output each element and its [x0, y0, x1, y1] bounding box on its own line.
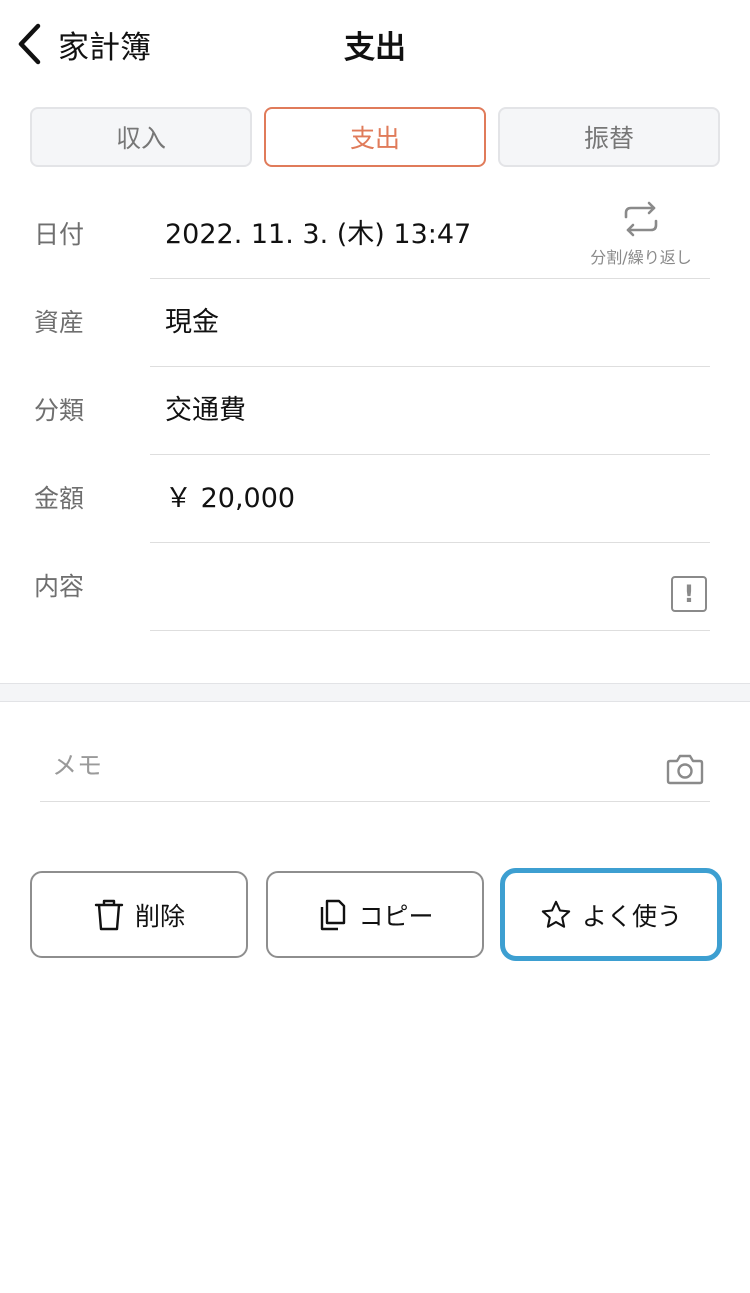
copy-button[interactable]: コピー	[266, 871, 484, 958]
repeat-button[interactable]: 分割/繰り返し	[576, 200, 706, 272]
memo-input[interactable]	[52, 742, 612, 788]
tab-income-label: 収入	[115, 124, 166, 153]
star-icon	[541, 900, 571, 928]
memo-field	[40, 730, 710, 802]
asset-label: 資産	[34, 308, 85, 337]
amount-row[interactable]: 金額 ￥ 20,000	[0, 455, 750, 543]
category-row[interactable]: 分類 交通費	[0, 367, 750, 455]
amount-value[interactable]: ￥ 20,000	[165, 455, 295, 543]
category-label: 分類	[34, 396, 85, 425]
copy-icon	[321, 899, 346, 930]
repeat-label: 分割/繰り返し	[590, 248, 692, 267]
tab-expense[interactable]: 支出	[264, 107, 486, 167]
tab-transfer[interactable]: 振替	[498, 107, 720, 167]
favorite-button[interactable]: よく使う	[500, 868, 722, 961]
nav-bar: 家計簿 支出	[0, 0, 750, 90]
content-info-button[interactable]: !	[671, 576, 707, 612]
category-value[interactable]: 交通費	[165, 367, 246, 455]
trash-icon	[94, 899, 124, 930]
asset-row[interactable]: 資産 現金	[0, 279, 750, 367]
asset-value[interactable]: 現金	[165, 279, 219, 367]
tab-expense-label: 支出	[349, 124, 400, 153]
delete-label: 削除	[134, 901, 185, 931]
repeat-icon	[624, 201, 658, 237]
content-row[interactable]: 内容	[0, 543, 750, 631]
camera-icon[interactable]	[666, 752, 704, 786]
divider	[150, 630, 710, 631]
tab-income[interactable]: 収入	[30, 107, 252, 167]
date-label: 日付	[34, 220, 85, 249]
page-title: 支出	[344, 30, 406, 66]
content-label: 内容	[34, 572, 85, 601]
delete-button[interactable]: 削除	[30, 871, 248, 958]
date-value[interactable]: 2022. 11. 3. (木) 13:47	[165, 191, 471, 279]
amount-label: 金額	[34, 484, 85, 513]
copy-label: コピー	[358, 901, 434, 931]
tab-transfer-label: 振替	[583, 124, 634, 153]
section-separator	[0, 683, 750, 702]
exclamation-icon: !	[683, 580, 695, 608]
favorite-label: よく使う	[581, 901, 682, 931]
